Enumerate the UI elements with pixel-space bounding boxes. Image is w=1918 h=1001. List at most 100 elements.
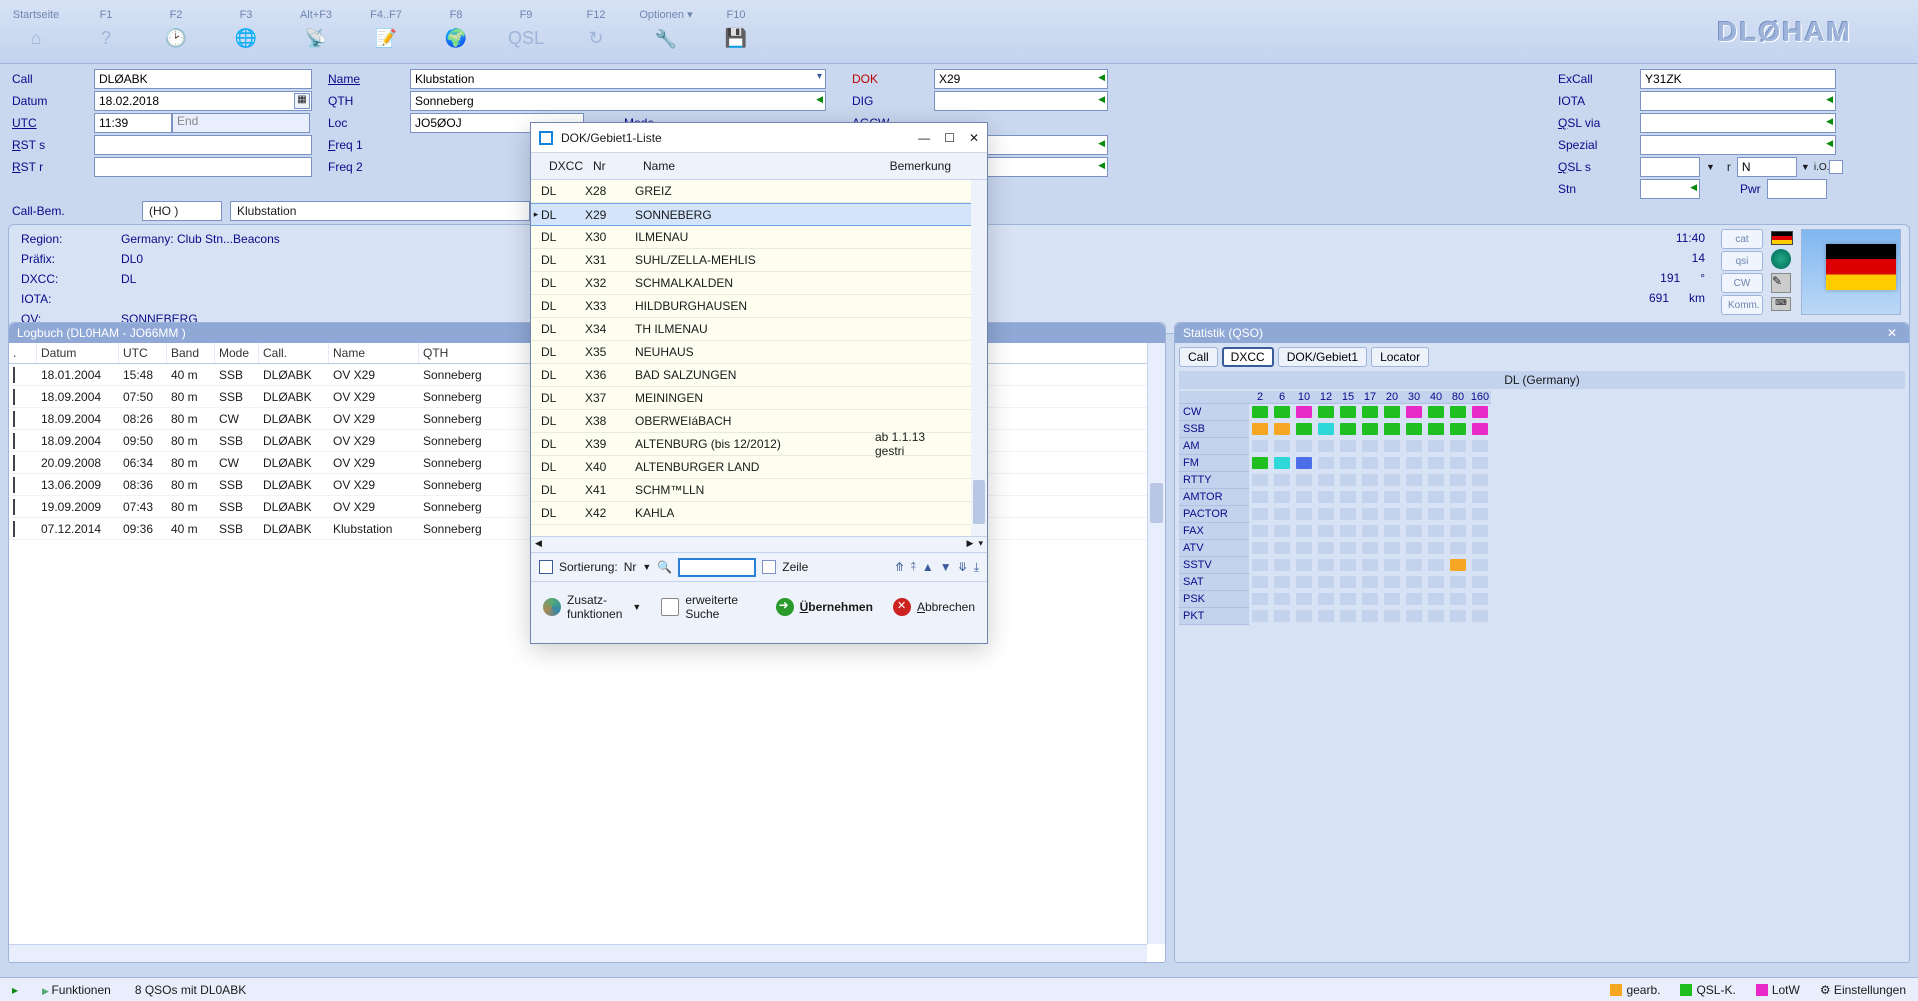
abbrechen-button[interactable]: Abbrechen xyxy=(893,598,975,616)
erweiterte-button[interactable]: erweiterteSuche xyxy=(661,593,738,621)
stat-cell[interactable] xyxy=(1469,591,1491,608)
stat-cell[interactable] xyxy=(1447,472,1469,489)
close-icon[interactable]: ✕ xyxy=(1887,326,1897,340)
stat-cell[interactable] xyxy=(1469,574,1491,591)
stat-cell[interactable] xyxy=(1293,421,1315,438)
stat-cell[interactable] xyxy=(1249,591,1271,608)
toolbar-F8[interactable]: F8🌍 xyxy=(426,9,486,55)
stat-cell[interactable] xyxy=(1403,557,1425,574)
stat-cell[interactable] xyxy=(1271,421,1293,438)
stat-cell[interactable] xyxy=(1425,421,1447,438)
stat-cell[interactable] xyxy=(1315,472,1337,489)
stat-cell[interactable] xyxy=(1469,506,1491,523)
excall-input[interactable] xyxy=(1640,69,1836,89)
stat-cell[interactable] xyxy=(1469,455,1491,472)
stat-cell[interactable] xyxy=(1447,455,1469,472)
stat-cell[interactable] xyxy=(1447,506,1469,523)
cw-button[interactable]: CW xyxy=(1721,273,1763,293)
stat-cell[interactable] xyxy=(1315,523,1337,540)
stat-cell[interactable] xyxy=(1403,472,1425,489)
stat-cell[interactable] xyxy=(1469,608,1491,625)
stat-cell[interactable] xyxy=(1381,540,1403,557)
pwr-input[interactable] xyxy=(1767,179,1827,199)
minimize-icon[interactable]: — xyxy=(918,131,930,145)
stat-cell[interactable] xyxy=(1249,608,1271,625)
stat-cell[interactable] xyxy=(1293,591,1315,608)
stat-cell[interactable] xyxy=(1381,472,1403,489)
call-input[interactable] xyxy=(94,69,312,89)
iota-input[interactable] xyxy=(1640,91,1836,111)
stat-cell[interactable] xyxy=(1447,421,1469,438)
stat-cell[interactable] xyxy=(1447,574,1469,591)
stat-cell[interactable] xyxy=(1381,608,1403,625)
toolbar-F2[interactable]: F2🕑 xyxy=(146,9,206,55)
log-col-Datum[interactable]: Datum xyxy=(37,343,119,363)
stat-cell[interactable] xyxy=(1249,421,1271,438)
stat-cell[interactable] xyxy=(1359,608,1381,625)
stat-cell[interactable] xyxy=(1403,523,1425,540)
stat-cell[interactable] xyxy=(1293,540,1315,557)
stat-cell[interactable] xyxy=(1447,591,1469,608)
stat-cell[interactable] xyxy=(1469,472,1491,489)
status-funk[interactable]: Funktionen xyxy=(42,983,111,997)
stat-cell[interactable] xyxy=(1337,506,1359,523)
stat-cell[interactable] xyxy=(1403,404,1425,421)
stat-cell[interactable] xyxy=(1425,472,1447,489)
stn-input[interactable] xyxy=(1640,179,1700,199)
stat-cell[interactable] xyxy=(1381,574,1403,591)
stat-cell[interactable] xyxy=(1337,591,1359,608)
stat-cell[interactable] xyxy=(1425,489,1447,506)
stat-cell[interactable] xyxy=(1271,455,1293,472)
log-vscroll[interactable] xyxy=(1147,343,1165,944)
dlg-vscroll[interactable] xyxy=(971,180,987,536)
stat-cell[interactable] xyxy=(1381,404,1403,421)
name-input[interactable] xyxy=(410,69,826,89)
stat-cell[interactable] xyxy=(1337,455,1359,472)
dlg-h-nr[interactable]: Nr xyxy=(587,157,637,175)
stat-cell[interactable] xyxy=(1249,540,1271,557)
toolbar-Startseite[interactable]: Startseite⌂ xyxy=(6,9,66,55)
stat-cell[interactable] xyxy=(1315,404,1337,421)
qslvia-input[interactable] xyxy=(1640,113,1836,133)
stat-cell[interactable] xyxy=(1293,455,1315,472)
stat-cell[interactable] xyxy=(1359,455,1381,472)
stat-cell[interactable] xyxy=(1271,404,1293,421)
stat-cell[interactable] xyxy=(1271,523,1293,540)
stat-cell[interactable] xyxy=(1469,421,1491,438)
stat-cell[interactable] xyxy=(1425,557,1447,574)
stat-cell[interactable] xyxy=(1249,574,1271,591)
stat-cell[interactable] xyxy=(1403,608,1425,625)
stat-cell[interactable] xyxy=(1249,404,1271,421)
stat-cell[interactable] xyxy=(1271,540,1293,557)
stat-cell[interactable] xyxy=(1381,421,1403,438)
toolbar-F3[interactable]: F3🌐 xyxy=(216,9,276,55)
toolbar-F10[interactable]: F10💾 xyxy=(706,9,766,55)
rsts-input[interactable] xyxy=(94,135,312,155)
stat-cell[interactable] xyxy=(1359,591,1381,608)
stat-cell[interactable] xyxy=(1315,506,1337,523)
log-col-Band[interactable]: Band xyxy=(167,343,215,363)
stat-cell[interactable] xyxy=(1249,472,1271,489)
qsi-button[interactable]: qsi xyxy=(1721,251,1763,271)
dlg-row[interactable]: DLX30ILMENAU xyxy=(531,226,987,249)
stat-cell[interactable] xyxy=(1293,557,1315,574)
stat-cell[interactable] xyxy=(1359,472,1381,489)
stat-cell[interactable] xyxy=(1403,489,1425,506)
stat-cell[interactable] xyxy=(1447,557,1469,574)
dlg-h-name[interactable]: Name xyxy=(637,157,877,175)
maximize-icon[interactable]: ☐ xyxy=(944,131,955,145)
stat-cell[interactable] xyxy=(1447,523,1469,540)
dlg-row[interactable]: DLX37MEININGEN xyxy=(531,387,987,410)
dlg-row[interactable]: DLX31SUHL/ZELLA-MEHLIS xyxy=(531,249,987,272)
qsls-input[interactable] xyxy=(1640,157,1700,177)
stat-cell[interactable] xyxy=(1271,591,1293,608)
stat-cell[interactable] xyxy=(1359,557,1381,574)
stat-cell[interactable] xyxy=(1381,591,1403,608)
dlg-row[interactable]: DLX34TH ILMENAU xyxy=(531,318,987,341)
stat-cell[interactable] xyxy=(1249,506,1271,523)
stat-cell[interactable] xyxy=(1359,540,1381,557)
search-icon[interactable]: 🔍 xyxy=(657,560,672,574)
toolbar-Optionen ▾[interactable]: Optionen ▾🔧 xyxy=(636,8,696,55)
toolbar-Alt+F3[interactable]: Alt+F3📡 xyxy=(286,9,346,55)
tab-Call[interactable]: Call xyxy=(1179,347,1218,367)
